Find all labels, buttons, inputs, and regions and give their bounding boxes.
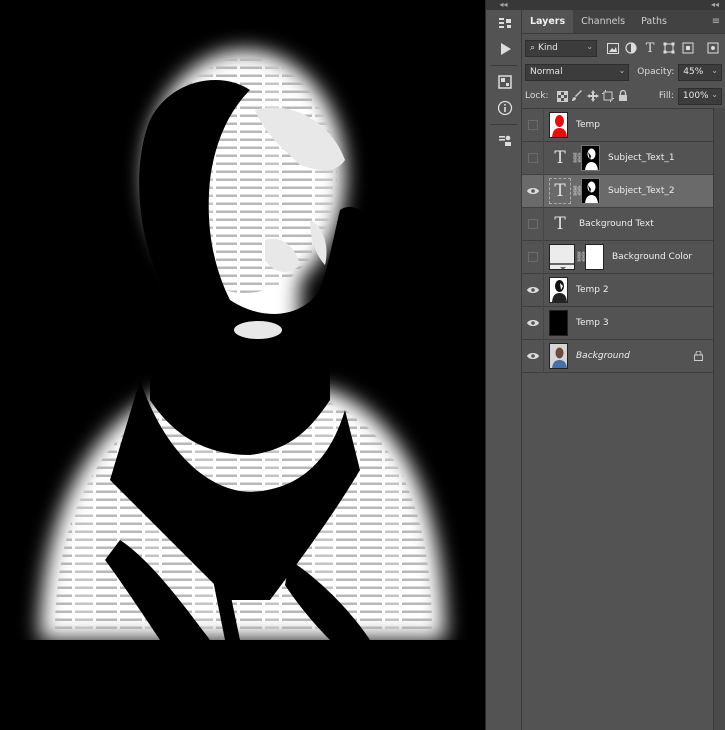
visibility-toggle[interactable] [522,141,544,175]
search-icon: ⌕ [530,43,536,53]
opacity-label: Opacity: [637,67,675,77]
collapse-strip-button[interactable]: ◂◂ [486,0,521,10]
chevron-down-icon: ⌄ [618,65,626,75]
layer-name: Background Color [612,252,693,262]
filter-type-icon[interactable]: T [641,38,660,58]
collapse-panel-button[interactable]: ◂◂ [522,0,725,10]
hidden-box-icon [527,219,538,229]
layer-name: Temp [576,120,600,130]
panel-icon-strip: ◂◂ [485,0,522,730]
lock-image-brush-icon[interactable] [570,88,585,104]
layer-mask-thumbnail[interactable] [581,145,600,171]
layer-row-temp-2[interactable]: Temp 2 [522,273,713,307]
filter-adjustment-icon[interactable] [622,38,641,58]
type-layer-icon: T [554,148,566,168]
link-chain-icon[interactable]: ⛓ [571,186,584,197]
eye-icon [526,188,539,194]
artwork [0,50,485,730]
hidden-box-icon [527,153,538,163]
filter-pixel-icon[interactable] [603,38,622,58]
layers-scrollbar[interactable] [713,108,725,730]
layers-list: Temp T ⛓ Subject_Text_1 T ⛓ Subject_Text… [522,108,713,373]
layer-name: Subject_Text_1 [608,153,675,163]
clone-source-icon[interactable] [486,128,523,154]
link-chain-icon[interactable]: ⛓ [575,252,588,263]
layer-row-background-text[interactable]: T Background Text [522,207,713,241]
layer-row-temp-3[interactable]: Temp 3 [522,306,713,340]
layer-mask-thumbnail[interactable] [585,244,604,270]
layer-name: Temp 3 [576,318,609,328]
layer-thumbnail [549,343,568,369]
tab-channels[interactable]: Channels [573,10,633,33]
chevron-down-icon: ⌄ [711,65,718,75]
layer-row-subject-text-1[interactable]: T ⛓ Subject_Text_1 [522,141,713,175]
visibility-toggle[interactable] [522,306,544,340]
tab-paths[interactable]: Paths [633,10,675,33]
tab-layers[interactable]: Layers [522,10,574,33]
hidden-box-icon [527,252,538,262]
visibility-toggle[interactable] [522,240,544,274]
lock-all-icon[interactable] [616,88,631,104]
lock-position-move-icon[interactable] [585,88,600,104]
layer-name: Background Text [579,219,654,229]
filter-toggle-icon[interactable] [703,38,722,58]
filter-shape-icon[interactable] [660,38,679,58]
link-chain-icon[interactable]: ⛓ [571,153,584,164]
layer-thumbnail [549,310,568,336]
actions-play-icon[interactable] [486,36,523,62]
eye-icon [526,287,539,293]
eye-icon [526,353,539,359]
layer-name: Subject_Text_2 [608,186,675,196]
layer-row-background-color[interactable]: ⛓ Background Color [522,240,713,274]
fill-label: Fill: [658,91,674,101]
visibility-toggle[interactable] [522,207,544,241]
visibility-toggle[interactable] [522,174,544,208]
panel-tabs: Layers Channels Paths ≡ [522,10,725,34]
layer-thumbnail [549,112,568,138]
layer-row-background[interactable]: Background [522,339,713,373]
visibility-toggle[interactable] [522,339,544,373]
blend-row: Normal ⌄ Opacity: 45% ⌄ [522,60,725,84]
type-layer-icon: T [554,214,566,234]
lock-icon [694,350,703,364]
lock-artboard-icon[interactable] [600,88,615,104]
filter-kind-select[interactable]: ⌕ Kind ⌄ [525,39,598,57]
lock-row: Lock: Fill: 100% ⌄ [522,84,725,108]
history-icon[interactable] [486,10,523,36]
fill-layer-thumbnail [549,244,575,270]
visibility-toggle[interactable] [522,108,544,142]
opacity-field[interactable]: 45% ⌄ [678,63,722,81]
filter-row: ⌕ Kind ⌄ T [522,36,725,60]
layer-name: Temp 2 [576,285,609,295]
fill-field[interactable]: 100% ⌄ [677,87,722,105]
eye-icon [526,320,539,326]
visibility-toggle[interactable] [522,273,544,307]
chevron-down-icon: ⌄ [711,89,718,99]
layers-panel: ◂◂ Layers Channels Paths ≡ ⌕ Kind ⌄ T No… [522,0,725,730]
properties-info-icon[interactable] [486,95,523,121]
layer-name: Background [576,351,630,361]
type-layer-icon: T [549,178,571,204]
lock-transparent-icon[interactable] [555,88,570,104]
lock-label: Lock: [525,91,549,101]
layer-row-temp[interactable]: Temp [522,108,713,142]
panel-menu-icon[interactable]: ≡ [707,10,725,33]
filter-smart-object-icon[interactable] [678,38,697,58]
chevron-down-icon: ⌄ [586,41,594,51]
layer-row-subject-text-2[interactable]: T ⛓ Subject_Text_2 [522,174,713,208]
document-canvas[interactable] [0,0,485,730]
hidden-box-icon [527,120,538,130]
layer-thumbnail [549,277,568,303]
blend-mode-select[interactable]: Normal ⌄ [525,63,630,81]
adjustments-icon[interactable] [486,69,523,95]
layer-mask-thumbnail[interactable] [581,178,600,204]
